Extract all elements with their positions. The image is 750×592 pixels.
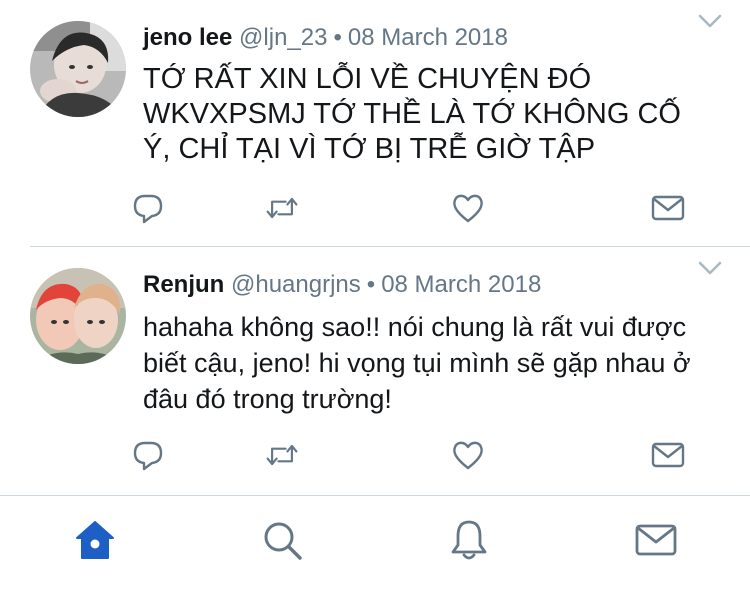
tweet-header: jeno lee @ljn_23 • 08 March 2018: [143, 24, 508, 52]
direct-message-icon[interactable]: [650, 437, 686, 473]
chevron-down-icon[interactable]: [697, 257, 723, 279]
bottom-tab-bar: [0, 496, 750, 592]
tweet-header: Renjun @huangrjns • 08 March 2018: [143, 271, 541, 299]
notifications-icon[interactable]: [447, 518, 491, 562]
like-icon[interactable]: [450, 190, 486, 226]
reply-icon[interactable]: [130, 437, 166, 473]
retweet-icon[interactable]: [264, 437, 300, 473]
user-handle[interactable]: @huangrjns: [231, 271, 361, 298]
search-icon[interactable]: [260, 518, 304, 562]
home-icon[interactable]: [73, 518, 117, 562]
tweet[interactable]: Renjun @huangrjns • 08 March 2018 hahaha k…: [0, 247, 750, 495]
tweet-text: TỚ RẤT XIN LỖI VỀ CHUYỆN ĐÓ WKVXPSMJ TỚ …: [143, 63, 681, 165]
direct-message-icon[interactable]: [650, 190, 686, 226]
retweet-icon[interactable]: [264, 190, 300, 226]
tweet[interactable]: jeno lee @ljn_23 • 08 March 2018 TỚ RẤT XI…: [0, 0, 750, 246]
tweet-date[interactable]: 08 March 2018: [381, 271, 541, 298]
tweet-actions: [0, 437, 750, 473]
display-name[interactable]: jeno lee: [143, 24, 232, 51]
tweet-text: hahaha không sao!! nói chung là rất vui …: [143, 312, 691, 414]
messages-icon[interactable]: [634, 518, 678, 562]
user-handle[interactable]: @ljn_23: [239, 24, 327, 51]
avatar[interactable]: [30, 21, 126, 117]
reply-icon[interactable]: [130, 190, 166, 226]
tweet-actions: [0, 190, 750, 226]
separator-dot: •: [366, 271, 376, 298]
chevron-down-icon[interactable]: [697, 10, 723, 32]
display-name[interactable]: Renjun: [143, 271, 224, 298]
separator-dot: •: [333, 24, 342, 51]
tweet-date[interactable]: 08 March 2018: [348, 24, 508, 51]
like-icon[interactable]: [450, 437, 486, 473]
avatar[interactable]: [30, 268, 126, 364]
